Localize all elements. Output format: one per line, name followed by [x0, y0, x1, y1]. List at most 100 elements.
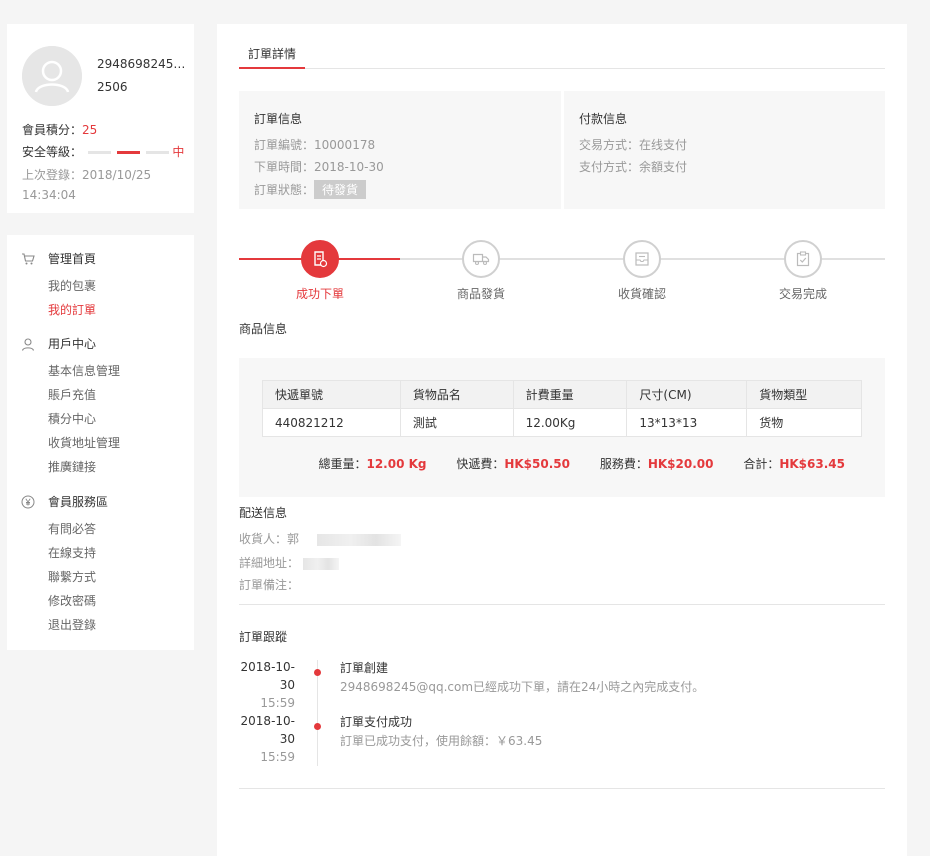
step-label-shipped: 商品發貨	[456, 287, 505, 301]
status-badge: 待發貨	[314, 180, 367, 199]
menu-group-user-center[interactable]: 用戶中心	[21, 335, 96, 352]
user-id: 2506	[97, 80, 128, 94]
menu-group-title: 會員服務區	[48, 495, 109, 509]
col-type: 貨物類型	[746, 380, 862, 409]
pay-method: 余額支付	[639, 160, 688, 174]
points-row: 會員積分：25	[22, 121, 97, 138]
step-completed	[784, 240, 822, 278]
sidebar-menu: 管理首頁 我的包裹 我的訂單 用戶中心 基本信息管理 賬戶充值 積分中心 收貨地…	[7, 235, 194, 650]
goods-section-title: 商品信息	[239, 322, 288, 336]
menu-group-title: 用戶中心	[48, 337, 97, 351]
avatar[interactable]	[22, 46, 82, 106]
address-label: 詳細地址：	[239, 556, 300, 570]
truck-icon	[472, 253, 490, 266]
event-date-text: 2018-10-30	[240, 660, 295, 692]
event-title: 訂單創建	[340, 661, 389, 675]
menu-group-home[interactable]: 管理首頁	[21, 250, 96, 267]
totals-row: 總重量：12.00 Kg 快遞費：HK$50.50 服務費：HK$20.00 合…	[318, 455, 845, 472]
col-weight: 計費重量	[512, 380, 628, 409]
menu-item-logout[interactable]: 退出登錄	[48, 616, 96, 633]
cell-weight: 12.00Kg	[512, 408, 628, 437]
receiver-label: 收貨人：	[239, 532, 288, 546]
menu-group-member-service[interactable]: 會員服務區	[21, 493, 108, 510]
menu-item-my-orders[interactable]: 我的訂單	[48, 301, 96, 318]
total-weight: 總重量：12.00 Kg	[318, 457, 426, 471]
remark-row: 訂單備注：	[239, 576, 299, 593]
profile-card: 2948698245@qq.com 2506 會員積分：25 安全等級： 中 上…	[7, 24, 194, 213]
security-level: 中	[172, 145, 185, 159]
remark-label: 訂單備注：	[239, 578, 300, 592]
delivery-section-title: 配送信息	[239, 506, 288, 520]
receiver-row: 收貨人：郭	[239, 530, 401, 547]
menu-item-referral[interactable]: 推廣鏈接	[48, 458, 96, 475]
menu-item-my-packages[interactable]: 我的包裹	[48, 277, 96, 294]
step-label-order-placed: 成功下單	[295, 287, 344, 301]
cart-icon	[21, 252, 35, 266]
order-time-row: 下單時間：2018-10-30	[254, 158, 384, 175]
event-time-text: 15:59	[260, 696, 295, 710]
security-row: 安全等級： 中	[22, 143, 184, 160]
order-time-label: 下單時間：	[254, 160, 315, 174]
goods-table: 快遞單號 貨物品名 計費重量 尺寸(CM) 貨物類型 440821212 測試 …	[262, 380, 862, 437]
cell-tracking-no: 440821212	[262, 408, 401, 437]
cell-type: 货物	[746, 408, 862, 437]
timeline-dot	[314, 723, 321, 730]
tab-order-detail[interactable]: 訂單詳情	[239, 45, 306, 69]
menu-item-basic-info[interactable]: 基本信息管理	[48, 362, 120, 379]
col-tracking-no: 快遞單號	[262, 380, 401, 409]
tracking-section-title: 訂單跟蹤	[239, 630, 288, 644]
service-fee-label: 服務費：	[599, 457, 648, 471]
order-number-row: 訂單編號：10000178	[254, 136, 375, 153]
security-bar-3	[145, 151, 169, 154]
menu-item-faq[interactable]: 有問必答	[48, 520, 96, 537]
menu-item-address[interactable]: 收貨地址管理	[48, 434, 120, 451]
receiver-name: 郭	[287, 532, 300, 546]
order-number-label: 訂單編號：	[254, 138, 315, 152]
event-title: 訂單支付成功	[340, 715, 413, 729]
menu-item-change-password[interactable]: 修改密碼	[48, 592, 96, 609]
order-status-row: 訂單狀態： 待發貨	[254, 180, 367, 199]
grand-total: 合計：HK$63.45	[743, 457, 845, 471]
redacted-address	[302, 557, 339, 570]
order-number: 10000178	[314, 138, 376, 152]
event-desc: 訂單已成功支付，使用餘額：￥63.45	[340, 734, 543, 748]
col-goods-name: 貨物品名	[399, 380, 514, 409]
user-avatar-icon	[22, 46, 82, 106]
receipt-icon	[635, 252, 649, 266]
trade-method-label: 交易方式：	[579, 138, 640, 152]
redacted-receiver	[316, 533, 401, 546]
event-desc: 2948698245@qq.com已經成功下單，請在24小時之內完成支付。	[340, 680, 705, 694]
cell-size: 13*13*13	[626, 408, 748, 437]
yen-icon	[21, 495, 35, 509]
pay-method-label: 支付方式：	[579, 160, 640, 174]
order-time: 2018-10-30	[314, 160, 384, 174]
divider	[239, 604, 885, 605]
divider	[239, 788, 885, 789]
shipping-fee: 快遞費：HK$50.50	[456, 457, 570, 471]
points-value: 25	[82, 123, 98, 137]
timeline-dot	[314, 669, 321, 676]
points-label: 會員積分：	[22, 123, 83, 137]
event-date: 2018-10-30 15:59	[239, 658, 295, 712]
payment-info-box: 付款信息 交易方式：在线支付 支付方式：余額支付	[564, 91, 885, 209]
menu-item-contact[interactable]: 聯繫方式	[48, 568, 96, 585]
user-icon	[21, 337, 35, 351]
event-date-text: 2018-10-30	[240, 714, 295, 746]
event-time-text: 15:59	[260, 750, 295, 764]
trade-method-row: 交易方式：在线支付	[579, 136, 687, 153]
last-login-label: 上次登錄：	[22, 168, 83, 182]
order-icon	[314, 251, 328, 268]
cell-goods-name: 測試	[399, 408, 514, 437]
table-row: 440821212 測試 12.00Kg 13*13*13 货物	[262, 408, 862, 437]
tab-bar: 訂單詳情	[239, 24, 885, 69]
menu-item-online-support[interactable]: 在線支持	[48, 544, 96, 561]
security-bar-1	[87, 151, 111, 154]
step-label-completed: 交易完成	[778, 287, 827, 301]
shipping-fee-value: HK$50.50	[504, 457, 570, 471]
service-fee-value: HK$20.00	[647, 457, 714, 471]
shipping-fee-label: 快遞費：	[456, 457, 505, 471]
menu-item-points-center[interactable]: 積分中心	[48, 410, 96, 427]
menu-item-recharge[interactable]: 賬戶充值	[48, 386, 96, 403]
security-bar-2	[116, 151, 140, 154]
event-date: 2018-10-30 15:59	[239, 712, 295, 766]
